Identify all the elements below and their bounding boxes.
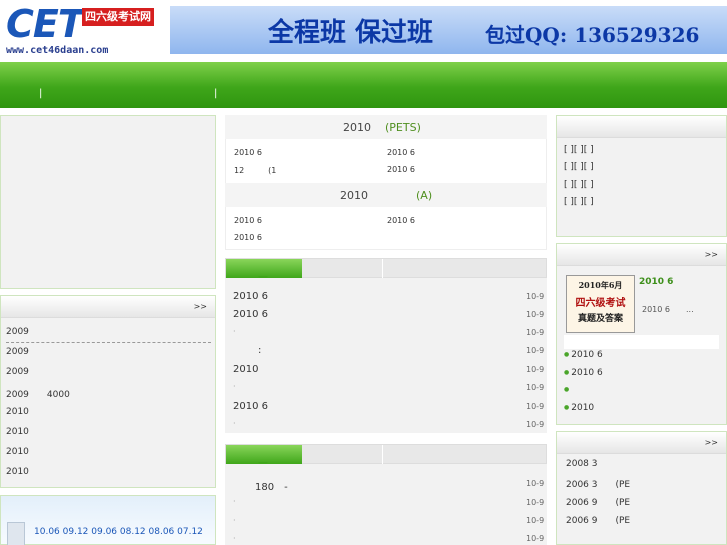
page: CET 四六级考试网 www.cet46daan.com 全程班 保过班 包过Q… (0, 0, 727, 545)
article-date: 10-9 (526, 402, 545, 411)
article-date: 10-9 (526, 292, 545, 301)
right-book-box: >> (556, 243, 727, 425)
banner-text-courses: 全程班 保过班 (268, 18, 434, 48)
divider-bar (564, 335, 719, 349)
article-date: 10-9 (526, 383, 545, 392)
article-date: 10-9 (526, 310, 545, 319)
article-link[interactable]: 2010 6 (233, 309, 268, 320)
article-date: 10-9 (526, 346, 545, 355)
book-subtitle: 2010 6 ... (642, 305, 694, 314)
news-tab-bar (225, 258, 547, 281)
list-item[interactable]: 2010 (6, 467, 29, 477)
list-item[interactable]: 2009 4000 (6, 387, 70, 400)
main-nav-bar: | | (0, 62, 727, 108)
article-link[interactable]: 2010 6 (233, 401, 268, 412)
exam-link[interactable]: 12 (1 (234, 165, 276, 176)
exam-box2-title-tag[interactable]: (A) (416, 189, 432, 202)
exam-link[interactable]: 2010 6 (387, 148, 415, 157)
article-link[interactable]: 180 - (255, 478, 288, 493)
logo-url-text: www.cet46daan.com (6, 45, 109, 56)
bullet-dot: · (233, 516, 236, 525)
right-top-header (557, 116, 726, 138)
article-date: 10-9 (526, 328, 545, 337)
bullet-link[interactable]: 2010 6 (564, 350, 603, 360)
site-logo[interactable]: CET 四六级考试网 www.cet46daan.com (4, 2, 156, 60)
left-top-box (0, 115, 216, 289)
tab-divider (382, 259, 383, 278)
article-date: 10-9 (526, 516, 545, 525)
exam-link[interactable]: 2010 6 (234, 216, 262, 225)
book-title[interactable]: 2010 6 (639, 277, 673, 287)
article-date: 10-9 (526, 420, 545, 429)
article-date: 10-9 (526, 365, 545, 374)
nav-separator: | (39, 88, 43, 99)
bullet-dot: · (233, 419, 236, 428)
news-list-area (225, 278, 547, 433)
list-item[interactable]: 2006 9 (PE (566, 495, 630, 508)
book-cover-line: 真题及答案 (577, 314, 623, 324)
issue-links[interactable]: 10.06 09.12 09.06 08.12 08.06 07.12 (34, 527, 203, 537)
exam-link[interactable]: 2010 6 (234, 233, 262, 242)
bracket-links[interactable]: [ ][ ][ ] (564, 162, 594, 172)
logo-cet-text: CET (6, 2, 84, 46)
bullet-dot: · (233, 327, 236, 336)
exam-link[interactable]: 2010 6 (387, 216, 415, 225)
header-banner[interactable]: 全程班 保过班 包过QQ: 136529326 (170, 6, 727, 54)
news-tab-bar-2 (225, 444, 547, 467)
more-link[interactable]: >> (194, 302, 207, 311)
list-item[interactable]: 2009 (6, 347, 29, 357)
exam-box2-title-year: 2010 (340, 189, 368, 202)
list-item[interactable]: 2009 (6, 367, 29, 377)
bullet-link[interactable] (564, 385, 571, 395)
list-item[interactable]: 2010 (6, 427, 29, 437)
book-cover-line: 2010年6月 (578, 280, 623, 290)
thumb-image (7, 522, 25, 545)
right-book-header: >> (557, 244, 726, 266)
right-list-header: >> (557, 432, 726, 454)
article-link[interactable]: 2010 (233, 364, 258, 375)
more-link[interactable]: >> (705, 250, 718, 259)
logo-cn-text: 四六级考试网 (82, 8, 154, 26)
left-thumb-box (0, 495, 216, 545)
list-item[interactable]: 2009 (6, 327, 29, 337)
bullet-link[interactable]: 2010 6 (564, 368, 603, 378)
divider (6, 342, 211, 343)
book-cover-image[interactable]: 2010年6月 四六级考试 真题及答案 (566, 275, 635, 333)
article-link[interactable]: : (258, 345, 261, 356)
article-date: 10-9 (526, 479, 545, 488)
list-item[interactable]: 2008 3 (566, 459, 598, 469)
article-date: 10-9 (526, 498, 545, 507)
exam-box2-title-bar (225, 183, 547, 207)
bullet-dot: · (233, 382, 236, 391)
bracket-links[interactable]: [ ][ ][ ] (564, 197, 594, 207)
bullet-dot: · (233, 534, 236, 543)
banner-text-qq: 包过QQ: 136529326 (485, 23, 700, 47)
article-link[interactable]: 2010 6 (233, 291, 268, 302)
bracket-links[interactable]: [ ][ ][ ] (564, 145, 594, 155)
list-item[interactable]: 2010 (6, 407, 29, 417)
more-link[interactable]: >> (705, 438, 718, 447)
bracket-links[interactable]: [ ][ ][ ] (564, 180, 594, 190)
exam-box-title-tag[interactable]: (PETS) (385, 121, 421, 134)
right-top-box (556, 115, 727, 237)
book-cover-line: 四六级考试 (575, 298, 626, 309)
list-item[interactable]: 2006 9 (PE (566, 513, 630, 526)
list-item[interactable]: 2010 (6, 447, 29, 457)
tab-divider (382, 445, 383, 464)
list-item[interactable]: 2006 3 (PE (566, 477, 630, 490)
news-list-area-2 (225, 464, 547, 545)
left-list-header: >> (1, 296, 215, 318)
article-date: 10-9 (526, 534, 545, 543)
exam-link[interactable]: 2010 6 (387, 165, 415, 174)
bullet-link[interactable]: 2010 (564, 403, 594, 413)
exam-box-title-year: 2010 (343, 121, 371, 134)
bullet-dot: · (233, 497, 236, 506)
nav-separator: | (214, 88, 218, 99)
exam-link[interactable]: 2010 6 (234, 148, 262, 157)
